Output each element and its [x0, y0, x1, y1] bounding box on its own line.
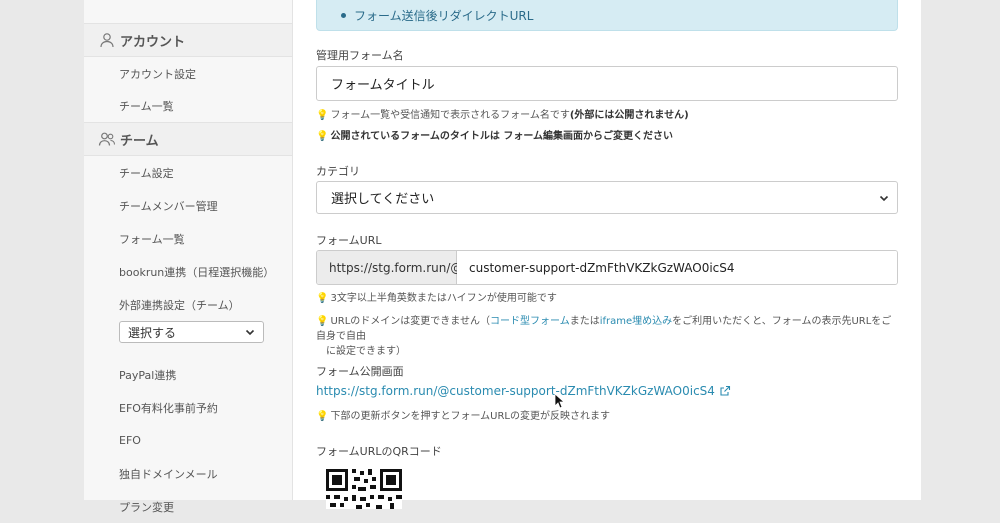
sidebar-select-wrap: 選択する: [84, 321, 292, 349]
external-link-icon: [720, 385, 730, 396]
qr-code-image: [326, 469, 402, 509]
form-url-value: customer-support-dZmFthVKZkGzWAO0icS4: [469, 260, 735, 275]
external-integration-select[interactable]: 選択する: [119, 321, 264, 343]
form-name-note-2: 💡 公開されているフォームのタイトルは フォーム編集画面からご変更ください: [316, 129, 673, 144]
sidebar-item-form-list[interactable]: フォーム一覧: [84, 222, 292, 255]
form-name-note-1: 💡 フォーム一覧や受信通知で表示されるフォーム名です(外部には公開されません): [316, 108, 689, 123]
sidebar-item-account-settings[interactable]: アカウント設定: [84, 57, 292, 90]
public-page-note-text: 下部の更新ボタンを押すとフォームURLの変更が反映されます: [330, 411, 610, 422]
sidebar-item-paypal[interactable]: PayPal連携: [84, 358, 292, 391]
form-url-note-2-mid: または: [569, 316, 600, 327]
sidebar-item-team-list[interactable]: チーム一覧: [84, 90, 292, 123]
sidebar-top-spacer: [84, 0, 292, 24]
mouse-cursor-icon: [554, 393, 566, 409]
public-page-label: フォーム公開画面: [316, 365, 404, 378]
sidebar: アカウント アカウント設定 チーム一覧 チーム チーム設定 チームメンバー管理 …: [84, 0, 293, 514]
users-icon: [98, 132, 116, 146]
chevron-down-icon: [245, 329, 255, 336]
form-url-note-1: 💡 3文字以上半角英数またはハイフンが使用可能です: [316, 291, 557, 306]
form-name-note-2-post: からご変更ください: [583, 131, 674, 142]
form-edit-link[interactable]: フォーム編集画面: [503, 131, 583, 142]
chevron-down-icon: [879, 195, 889, 201]
form-name-label: 管理用フォーム名: [316, 49, 404, 62]
sidebar-section-account-label: アカウント: [120, 34, 186, 50]
sidebar-section-account: アカウント: [84, 24, 292, 57]
sidebar-section-team: チーム: [84, 123, 292, 156]
form-name-note-1-bold: (外部には公開されません): [569, 110, 689, 121]
user-icon: [100, 33, 114, 48]
sidebar-item-plan-change[interactable]: プラン変更: [84, 490, 292, 523]
bullet-dot: [341, 12, 346, 18]
sidebar-item-efo[interactable]: EFO: [84, 424, 292, 457]
form-url-prefix: https://stg.form.run/@: [317, 251, 462, 284]
info-box-item: フォーム送信後リダイレクトURL: [354, 8, 534, 23]
iframe-embed-link[interactable]: iframe埋め込み: [600, 316, 672, 327]
form-url-group: https://stg.form.run/@ customer-support-…: [316, 250, 898, 285]
form-url-input[interactable]: customer-support-dZmFthVKZkGzWAO0icS4: [457, 251, 897, 284]
category-label: カテゴリ: [316, 165, 360, 178]
external-integration-select-value: 選択する: [128, 325, 177, 340]
info-box: フォーム送信後リダイレクトURL: [316, 0, 898, 31]
sidebar-item-domain-mail[interactable]: 独自ドメインメール: [84, 457, 292, 490]
category-select[interactable]: 選択してください: [316, 181, 898, 214]
form-name-value: フォームタイトル: [331, 78, 435, 93]
sidebar-item-efo-reserve[interactable]: EFO有料化事前予約: [84, 391, 292, 424]
lightbulb-icon: 💡: [316, 293, 329, 304]
code-form-link[interactable]: コード型フォーム: [490, 316, 570, 327]
form-name-note-1-text: フォーム一覧や受信通知で表示されるフォーム名です: [330, 110, 570, 121]
lightbulb-icon: 💡: [316, 316, 329, 327]
lightbulb-icon: 💡: [316, 131, 329, 142]
settings-page: アカウント アカウント設定 チーム一覧 チーム チーム設定 チームメンバー管理 …: [84, 0, 921, 514]
sidebar-item-team-settings[interactable]: チーム設定: [84, 156, 292, 189]
form-name-note-2-text: 公開されているフォームのタイトルは: [330, 131, 504, 142]
sidebar-item-external-integration[interactable]: 外部連携設定（チーム）: [84, 288, 292, 321]
qr-label: フォームURLのQRコード: [316, 445, 442, 458]
sidebar-section-team-label: チーム: [120, 133, 159, 149]
category-select-value: 選択してください: [331, 192, 435, 207]
form-url-note-2: 💡 URLのドメインは変更できません（コード型フォームまたはiframe埋め込みを…: [316, 314, 898, 359]
public-page-link[interactable]: https://stg.form.run/@customer-support-d…: [316, 384, 731, 398]
sidebar-item-team-members[interactable]: チームメンバー管理: [84, 189, 292, 222]
sidebar-item-bookrun[interactable]: bookrun連携（日程選択機能）: [84, 255, 292, 288]
form-url-note-2-line2: に設定できます）: [326, 346, 406, 357]
form-url-label: フォームURL: [316, 234, 382, 247]
lightbulb-icon: 💡: [316, 110, 329, 121]
public-page-note: 💡 下部の更新ボタンを押すとフォームURLの変更が反映されます: [316, 409, 610, 424]
lightbulb-icon: 💡: [316, 411, 329, 422]
form-url-note-2-pre: URLのドメインは変更できません（: [330, 316, 490, 327]
form-url-note-1-text: 3文字以上半角英数またはハイフンが使用可能です: [330, 293, 557, 304]
form-name-input[interactable]: フォームタイトル: [316, 66, 898, 101]
public-page-url: https://stg.form.run/@customer-support-d…: [316, 384, 715, 398]
